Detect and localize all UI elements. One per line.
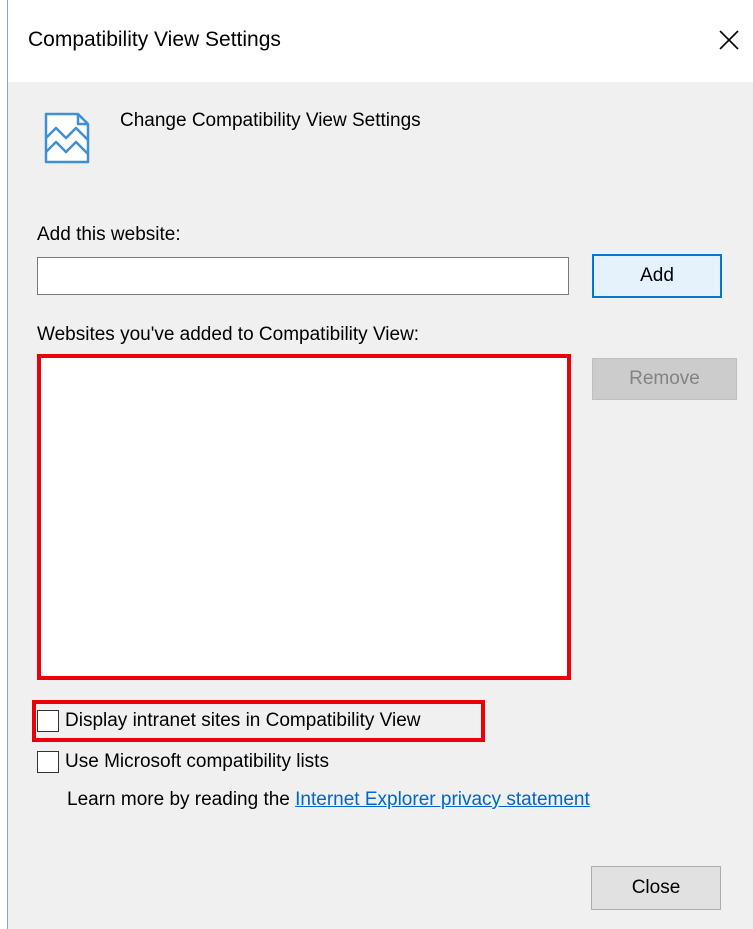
title-bar: Compatibility View Settings	[8, 0, 753, 82]
microsoft-lists-checkbox-label: Use Microsoft compatibility lists	[65, 751, 329, 772]
header-title: Change Compatibility View Settings	[120, 110, 421, 131]
microsoft-lists-checkbox[interactable]	[37, 751, 59, 773]
intranet-checkbox[interactable]	[37, 710, 59, 732]
add-website-label: Add this website:	[37, 224, 181, 245]
close-button[interactable]: Close	[591, 866, 721, 910]
intranet-option[interactable]: Display intranet sites in Compatibility …	[37, 707, 421, 735]
window-edge	[0, 0, 8, 929]
remove-button: Remove	[592, 358, 737, 400]
learn-more-prefix: Learn more by reading the	[67, 789, 296, 810]
learn-more-text: Learn more by reading the Internet Explo…	[67, 789, 590, 811]
privacy-statement-link[interactable]: Internet Explorer privacy statement	[295, 789, 590, 810]
intranet-checkbox-label: Display intranet sites in Compatibility …	[65, 710, 421, 731]
window-title: Compatibility View Settings	[28, 28, 281, 51]
add-button[interactable]: Add	[592, 254, 722, 298]
websites-list-label: Websites you've added to Compatibility V…	[37, 324, 420, 345]
close-icon[interactable]	[711, 22, 747, 58]
microsoft-lists-option[interactable]: Use Microsoft compatibility lists	[37, 748, 329, 776]
websites-list[interactable]	[37, 354, 571, 680]
website-input[interactable]	[37, 257, 569, 295]
compatibility-view-dialog: Compatibility View Settings Change Compa…	[0, 0, 753, 929]
compatibility-view-icon	[40, 108, 94, 168]
